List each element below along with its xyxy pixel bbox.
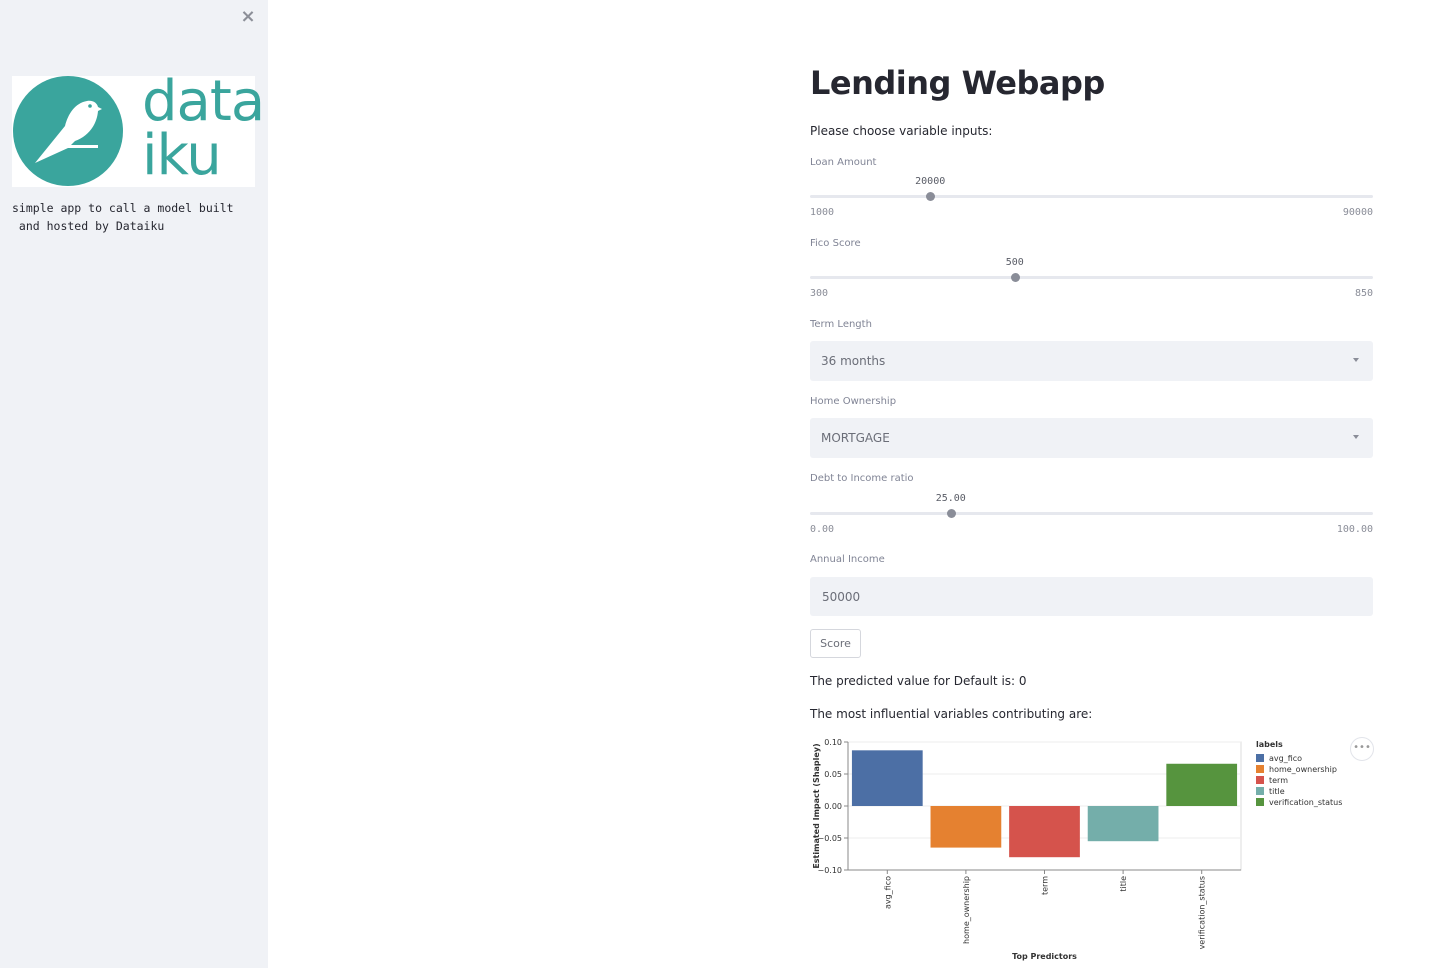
loan-amount-label: Loan Amount xyxy=(810,157,877,168)
y-tick-label: −0.10 xyxy=(817,866,842,875)
annual-income-input[interactable] xyxy=(810,577,1373,616)
annual-income-field[interactable] xyxy=(810,577,1373,616)
slider-max: 850 xyxy=(1354,288,1373,299)
slider-thumb[interactable] xyxy=(946,509,956,518)
slider-min: 0.00 xyxy=(810,524,835,535)
slider-min: 1000 xyxy=(810,207,835,218)
legend-swatch xyxy=(1256,798,1264,806)
x-tick-label: avg_fico xyxy=(883,876,892,909)
term-length-value: 36 months xyxy=(821,354,886,368)
home-ownership-select[interactable]: MORTGAGE xyxy=(810,418,1373,458)
home-ownership-label: Home Ownership xyxy=(810,396,897,407)
close-sidebar-button[interactable]: × xyxy=(238,7,258,27)
slider-value: 25.00 xyxy=(935,493,966,504)
bar-verification-status xyxy=(1166,763,1238,806)
sidebar: × data iku simple app to call a model bu… xyxy=(0,0,268,968)
page-title: Lending Webapp xyxy=(810,64,1105,102)
legend-label: avg_fico xyxy=(1269,754,1302,763)
fico-score-label: Fico Score xyxy=(810,238,861,249)
x-tick-label: verification_status xyxy=(1198,876,1207,949)
y-axis-title: Estimated Impact (Shapley) xyxy=(812,743,821,868)
slider-max: 90000 xyxy=(1342,207,1373,218)
legend-label: title xyxy=(1269,787,1285,796)
dti-label: Debt to Income ratio xyxy=(810,473,914,484)
chevron-down-icon xyxy=(1353,435,1359,439)
legend-title: labels xyxy=(1256,740,1283,749)
bar-home-ownership xyxy=(930,806,1002,848)
prediction-text: The predicted value for Default is: 0 xyxy=(810,674,1027,688)
slider-track[interactable] xyxy=(810,195,1373,198)
slider-track[interactable] xyxy=(810,512,1373,515)
loan-amount-slider[interactable]: 20000 1000 90000 xyxy=(810,176,1373,218)
y-tick-label: 0.10 xyxy=(824,738,842,747)
shapley-chart-svg: 0.10 0.05 0.00 −0.05 −0.10 avg_fico home_owner… xyxy=(812,738,1342,961)
slider-max: 100.00 xyxy=(1336,524,1373,535)
x-axis-title: Top Predictors xyxy=(1012,952,1077,961)
y-tick-label: 0.00 xyxy=(824,802,842,811)
slider-value: 500 xyxy=(1005,257,1024,268)
legend-label: verification_status xyxy=(1269,798,1342,807)
logo-text-iku: iku xyxy=(142,123,222,188)
influential-text: The most influential variables contribut… xyxy=(810,707,1093,721)
legend-label: home_ownership xyxy=(1269,765,1337,774)
slider-track[interactable] xyxy=(810,276,1373,279)
input-prompt: Please choose variable inputs: xyxy=(810,124,993,138)
y-tick-label: −0.05 xyxy=(817,834,842,843)
annual-income-label: Annual Income xyxy=(810,554,885,565)
legend-swatch xyxy=(1256,754,1264,762)
bar-title xyxy=(1087,806,1159,842)
slider-thumb[interactable] xyxy=(1010,273,1020,282)
home-ownership-value: MORTGAGE xyxy=(821,431,890,445)
x-tick-label: term xyxy=(1041,876,1050,895)
slider-min: 300 xyxy=(810,288,829,299)
x-tick-label: home_ownership xyxy=(962,876,971,944)
term-length-select[interactable]: 36 months xyxy=(810,341,1373,381)
bird-logo-icon xyxy=(13,76,123,186)
legend-label: term xyxy=(1269,776,1288,785)
x-tick-label: title xyxy=(1119,876,1128,892)
legend-swatch xyxy=(1256,765,1264,773)
score-button[interactable]: Score xyxy=(810,629,861,658)
slider-thumb[interactable] xyxy=(926,192,936,201)
dti-slider[interactable]: 25.00 0.00 100.00 xyxy=(810,493,1373,535)
chevron-down-icon xyxy=(1353,358,1359,362)
shapley-chart: 0.10 0.05 0.00 −0.05 −0.10 avg_fico home_owner… xyxy=(808,735,1378,965)
dataiku-logo: data iku xyxy=(12,74,265,188)
fico-score-slider[interactable]: 500 300 850 xyxy=(810,257,1373,299)
term-length-label: Term Length xyxy=(810,319,872,330)
bar-avg-fico xyxy=(851,750,923,806)
legend-swatch xyxy=(1256,776,1264,784)
bar-term xyxy=(1009,806,1080,858)
logo-text-data: data xyxy=(142,69,265,134)
legend-swatch xyxy=(1256,787,1264,795)
y-tick-label: 0.05 xyxy=(824,770,842,779)
slider-value: 20000 xyxy=(915,176,946,187)
sidebar-description: simple app to call a model built and hos… xyxy=(12,201,234,233)
